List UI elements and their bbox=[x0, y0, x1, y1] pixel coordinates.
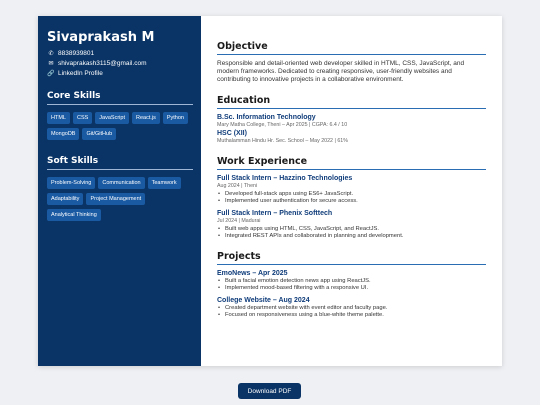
phone-icon: ✆ bbox=[48, 51, 54, 57]
skill-chip: Teamwork bbox=[147, 177, 181, 189]
candidate-name: Sivaprakash M bbox=[47, 30, 155, 45]
experience-entry: Full Stack Intern – Phenix Softtech Jul … bbox=[217, 210, 486, 240]
phone-text: 8838939801 bbox=[58, 50, 95, 57]
projects-section: Projects EmoNews – Apr 2025 Built a faci… bbox=[217, 251, 486, 319]
section-heading: Work Experience bbox=[217, 156, 486, 170]
skill-chip: Adaptability bbox=[47, 193, 84, 205]
bullet-list: Built web apps using HTML, CSS, JavaScri… bbox=[217, 226, 486, 240]
phone-row: ✆ 8838939801 bbox=[47, 49, 193, 59]
core-skills-heading: Core Skills bbox=[47, 91, 193, 105]
bullet-list: Developed full-stack apps using ES6+ Jav… bbox=[217, 191, 486, 205]
degree-details: Muthalamman Hindu Hr. Sec. School – May … bbox=[217, 138, 348, 144]
bullet-item: Implemented mood-based filtering with a … bbox=[217, 285, 486, 292]
job-title: Full Stack Intern – Phenix Softtech bbox=[217, 210, 333, 217]
bullet-item: Created department website with event ed… bbox=[217, 305, 486, 312]
mail-icon: ✉ bbox=[48, 61, 54, 67]
skill-chip: React.js bbox=[131, 112, 160, 124]
skill-chip: Communication bbox=[98, 177, 145, 189]
linkedin-row[interactable]: 🔗 LinkedIn Profile bbox=[47, 69, 193, 79]
project-title: EmoNews – Apr 2025 bbox=[217, 270, 288, 277]
main-content: Objective Responsible and detail-oriente… bbox=[201, 16, 502, 366]
experience-section: Work Experience Full Stack Intern – Hazz… bbox=[217, 156, 486, 240]
skill-chip: Git/GitHub bbox=[82, 128, 117, 140]
skill-chip: Project Management bbox=[86, 193, 146, 205]
bullet-item: Developed full-stack apps using ES6+ Jav… bbox=[217, 191, 486, 198]
soft-skills-list: Problem-Solving Communication Teamwork A… bbox=[47, 177, 193, 225]
skill-chip: Analytical Thinking bbox=[47, 209, 101, 221]
degree-title: HSC (XII) bbox=[217, 130, 247, 137]
bullet-item: Implemented user authentication for secu… bbox=[217, 198, 486, 205]
skill-chip: CSS bbox=[72, 112, 93, 124]
job-meta: Jul 2024 | Madurai bbox=[217, 218, 261, 224]
job-title: Full Stack Intern – Hazzino Technologies bbox=[217, 175, 353, 182]
degree-details: Mary Matha College, Theni – Apr 2025 | C… bbox=[217, 122, 348, 128]
project-title: College Website – Aug 2024 bbox=[217, 297, 310, 304]
link-icon: 🔗 bbox=[47, 71, 55, 77]
skill-chip: Problem-Solving bbox=[47, 177, 96, 189]
core-skills-list: HTML CSS JavaScript React.js Python Mong… bbox=[47, 112, 193, 144]
sidebar: Sivaprakash M ✆ 8838939801 ✉ shivaprakas… bbox=[38, 16, 201, 366]
experience-entry: Full Stack Intern – Hazzino Technologies… bbox=[217, 175, 486, 205]
email-row[interactable]: ✉ shivaprakash3115@gmail.com bbox=[47, 59, 193, 69]
job-meta: Aug 2024 | Theni bbox=[217, 183, 258, 189]
skill-chip: MongoDB bbox=[47, 128, 80, 140]
project-entry: College Website – Aug 2024 Created depar… bbox=[217, 297, 486, 319]
bullet-item: Built a facial emotion detection news ap… bbox=[217, 278, 486, 285]
section-heading: Objective bbox=[217, 41, 486, 55]
section-heading: Education bbox=[217, 95, 486, 109]
section-heading: Projects bbox=[217, 251, 486, 265]
skill-chip: HTML bbox=[47, 112, 70, 124]
objective-text: Responsible and detail-oriented web deve… bbox=[217, 60, 465, 83]
skill-chip: Python bbox=[162, 112, 188, 124]
download-pdf-button[interactable]: Download PDF bbox=[238, 383, 301, 399]
linkedin-link[interactable]: LinkedIn Profile bbox=[58, 69, 103, 79]
resume-card: Sivaprakash M ✆ 8838939801 ✉ shivaprakas… bbox=[38, 16, 502, 366]
objective-section: Objective Responsible and detail-oriente… bbox=[217, 41, 486, 84]
bullet-list: Created department website with event ed… bbox=[217, 305, 486, 319]
bullet-item: Built web apps using HTML, CSS, JavaScri… bbox=[217, 226, 486, 233]
project-entry: EmoNews – Apr 2025 Built a facial emotio… bbox=[217, 270, 486, 292]
skill-chip: JavaScript bbox=[95, 112, 129, 124]
education-section: Education B.Sc. Information Technology M… bbox=[217, 95, 486, 145]
bullet-list: Built a facial emotion detection news ap… bbox=[217, 278, 486, 292]
bullet-item: Focused on responsiveness using a blue-w… bbox=[217, 312, 486, 319]
bullet-item: Integrated REST APIs and collaborated in… bbox=[217, 233, 486, 240]
degree-title: B.Sc. Information Technology bbox=[217, 114, 316, 121]
email-link[interactable]: shivaprakash3115@gmail.com bbox=[58, 59, 147, 69]
soft-skills-heading: Soft Skills bbox=[47, 156, 193, 170]
